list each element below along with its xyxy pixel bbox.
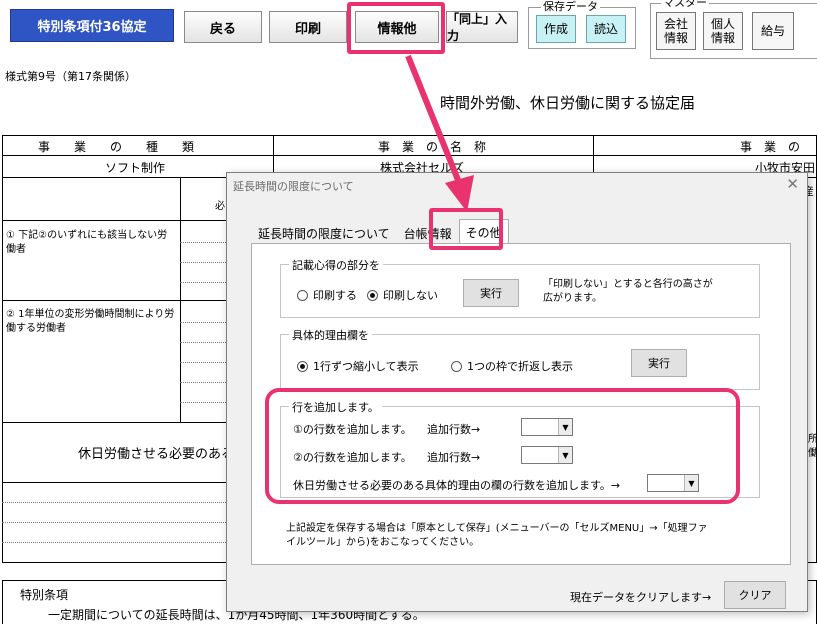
special-clause-36-button[interactable]: 特別条項付36協定 (10, 9, 174, 42)
clear-data-label: 現在データをクリアします→ (570, 591, 712, 604)
table-line (180, 342, 226, 343)
radio-print-circle (297, 289, 308, 301)
clear-button[interactable]: クリア (724, 581, 786, 609)
table-line (593, 135, 594, 177)
radio-print[interactable]: 印刷する (297, 287, 357, 303)
business-type-value: ソフト制作 (105, 161, 166, 175)
business-type-header: 事 業 の 種 類 (38, 140, 195, 154)
radio-wrap-circle (451, 360, 462, 372)
special-clause-title: 特別条項 (20, 588, 69, 602)
radio-wrap-label: 1つの枠で折返し表示 (467, 360, 573, 373)
business-location-header: 事 業 の (740, 140, 801, 154)
execute-reason-setting-button[interactable]: 実行 (631, 349, 687, 377)
add-rows-highlight (265, 388, 740, 504)
radio-no-print-label: 印刷しない (383, 289, 438, 302)
form-number: 様式第9号（第17条関係） (5, 70, 136, 83)
dialog-title: 延長時間の限度について (233, 180, 354, 193)
close-icon[interactable]: ✕ (786, 175, 799, 193)
table-line (2, 300, 228, 301)
holiday-right-fragment: 所 働 (808, 434, 817, 459)
back-button[interactable]: 戻る (184, 11, 262, 43)
table-line (180, 322, 226, 323)
radio-shrink-label: 1行ずつ縮小して表示 (313, 360, 419, 373)
table-line (273, 135, 274, 177)
master-group-title: マスター (661, 0, 709, 9)
same-input-button[interactable]: 「同上」入力 (446, 11, 518, 43)
save-settings-note: 上記設定を保存する場合は「原本として保存」(メニューバーの「セルズMENU」→「… (286, 523, 708, 548)
business-name-header: 事 業 の 名 称 (378, 140, 487, 154)
save-data-group-title: 保存データ (541, 0, 600, 13)
table-line (180, 362, 226, 363)
other-tab-highlight (429, 208, 503, 250)
table-line (180, 402, 226, 403)
note-section-legend: 記載心得の部分を (289, 257, 383, 273)
table-line (180, 282, 226, 283)
salary-button[interactable]: 給与 (752, 12, 794, 50)
table-line (2, 220, 228, 221)
execute-print-setting-button[interactable]: 実行 (463, 279, 519, 307)
reason-section-legend: 具体的理由欄を (289, 327, 372, 343)
radio-no-print-circle (367, 289, 378, 301)
row1-worker-label: ① 下記②のいずれにも該当しない労働者 (6, 230, 168, 255)
load-button[interactable]: 読込 (586, 15, 626, 43)
radio-print-label: 印刷する (313, 289, 357, 302)
table-line (2, 542, 228, 543)
info-button-highlight (347, 2, 445, 54)
table-line (180, 242, 226, 243)
radio-wrap-frame[interactable]: 1つの枠で折返し表示 (451, 358, 573, 374)
reason-section: 具体的理由欄を 1行ずつ縮小して表示 1つの枠で折返し表示 実行 (280, 327, 760, 390)
radio-shrink-lines[interactable]: 1行ずつ縮小して表示 (297, 358, 419, 374)
personal-info-button[interactable]: 個人 情報 (703, 12, 743, 50)
print-setting-note: 「印刷しない」とすると各行の高さが広がります。 (543, 279, 713, 304)
table-line (2, 522, 228, 523)
table-line (2, 502, 228, 503)
print-button[interactable]: 印刷 (269, 11, 347, 43)
column-header-fragment: 必 (215, 201, 225, 212)
table-line (2, 422, 228, 423)
table-line (180, 262, 226, 263)
radio-no-print[interactable]: 印刷しない (367, 287, 438, 303)
table-line (2, 482, 228, 483)
holiday-work-label: 休日労働させる必要のある (78, 447, 235, 462)
create-button[interactable]: 作成 (536, 15, 576, 43)
company-info-button[interactable]: 会社 情報 (656, 12, 696, 50)
row2-worker-label: ② 1年単位の変形労働時間制により労働する労働者 (6, 309, 175, 334)
note-section: 記載心得の部分を 印刷する 印刷しない 実行 「印刷しない」とすると各行の高さが… (280, 257, 760, 318)
tab-extension-limit[interactable]: 延長時間の限度について (251, 221, 397, 243)
table-line (2, 155, 817, 156)
table-line (180, 382, 226, 383)
document-title: 時間外労働、休日労働に関する協定届 (440, 94, 696, 112)
radio-shrink-circle (297, 360, 308, 372)
